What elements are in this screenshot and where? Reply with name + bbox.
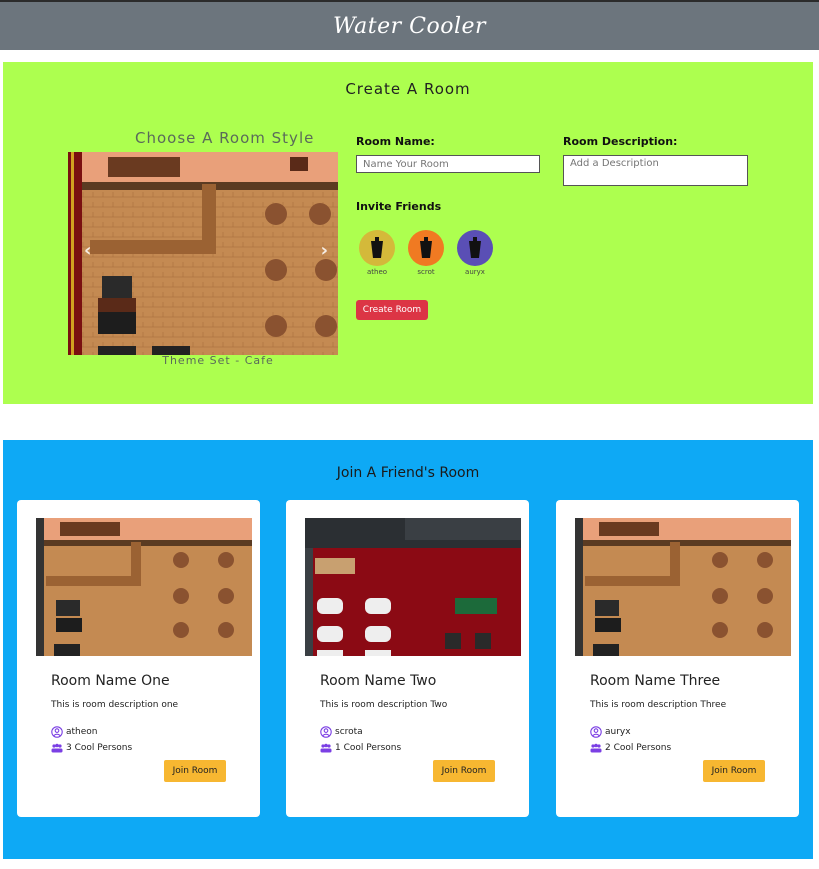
join-room-button[interactable]: Join Room xyxy=(164,760,226,782)
member-count: 2 Cool Persons xyxy=(605,743,672,753)
room-description: This is room description one xyxy=(51,700,179,710)
room-owner: auryx xyxy=(590,726,631,738)
room-style-title: Choose A Room Style xyxy=(135,129,315,147)
room-owner: atheon xyxy=(51,726,98,738)
app-header: Water Cooler xyxy=(0,0,819,50)
room-description: This is room description Three xyxy=(590,700,727,710)
invite-friends-label: Invite Friends xyxy=(356,200,442,213)
friend-name: atheo xyxy=(366,268,388,276)
chevron-right-icon[interactable]: › xyxy=(321,240,328,261)
users-icon xyxy=(590,743,602,753)
room-style-carousel[interactable]: ‹ › xyxy=(68,152,338,355)
room-name-label: Room Name: xyxy=(356,135,435,148)
friend-name: scrot xyxy=(417,268,435,276)
cup-icon xyxy=(359,230,395,266)
room-description-label: Room Description: xyxy=(563,135,678,148)
user-circle-icon xyxy=(51,726,63,738)
room-card: Room Name One This is room description o… xyxy=(17,500,260,817)
owner-name: atheon xyxy=(66,727,98,737)
create-room-button[interactable]: Create Room xyxy=(356,300,428,320)
member-count: 3 Cool Persons xyxy=(66,743,133,753)
join-room-title: Join A Friend's Room xyxy=(336,465,480,481)
owner-name: auryx xyxy=(605,727,631,737)
cup-icon xyxy=(408,230,444,266)
room-member-count: 2 Cool Persons xyxy=(590,743,671,753)
room-name: Room Name Three xyxy=(590,673,721,689)
room-thumbnail xyxy=(575,518,791,656)
room-card: Room Name Two This is room description T… xyxy=(286,500,529,817)
room-member-count: 3 Cool Persons xyxy=(51,743,132,753)
user-circle-icon xyxy=(590,726,602,738)
room-name: Room Name One xyxy=(51,673,170,689)
users-icon xyxy=(320,743,332,753)
create-room-section: Create A Room Choose A Room Style ‹ › Th… xyxy=(3,62,813,404)
friend-name: auryx xyxy=(465,268,485,276)
owner-name: scrota xyxy=(335,727,363,737)
friend-avatar-auryx[interactable]: auryx xyxy=(457,230,493,276)
theme-caption: Theme Set - Cafe xyxy=(162,354,274,367)
join-room-section: Join A Friend's Room Room Name One This … xyxy=(3,440,813,859)
friend-avatar-atheo[interactable]: atheo xyxy=(359,230,395,276)
room-description: This is room description Two xyxy=(320,700,448,710)
app-title: Water Cooler xyxy=(332,13,487,39)
room-description-input[interactable] xyxy=(563,155,748,186)
join-room-button[interactable]: Join Room xyxy=(433,760,495,782)
cup-icon xyxy=(457,230,493,266)
user-circle-icon xyxy=(320,726,332,738)
chevron-left-icon[interactable]: ‹ xyxy=(84,240,91,261)
room-thumbnail xyxy=(36,518,252,656)
room-thumbnail xyxy=(305,518,521,656)
room-member-count: 1 Cool Persons xyxy=(320,743,401,753)
join-room-button[interactable]: Join Room xyxy=(703,760,765,782)
room-name-input[interactable] xyxy=(356,155,540,173)
cafe-map-image xyxy=(68,152,338,355)
users-icon xyxy=(51,743,63,753)
room-owner: scrota xyxy=(320,726,363,738)
create-room-title: Create A Room xyxy=(345,80,471,98)
friend-avatar-scrot[interactable]: scrot xyxy=(408,230,444,276)
room-card: Room Name Three This is room description… xyxy=(556,500,799,817)
room-name: Room Name Two xyxy=(320,673,437,689)
member-count: 1 Cool Persons xyxy=(335,743,402,753)
